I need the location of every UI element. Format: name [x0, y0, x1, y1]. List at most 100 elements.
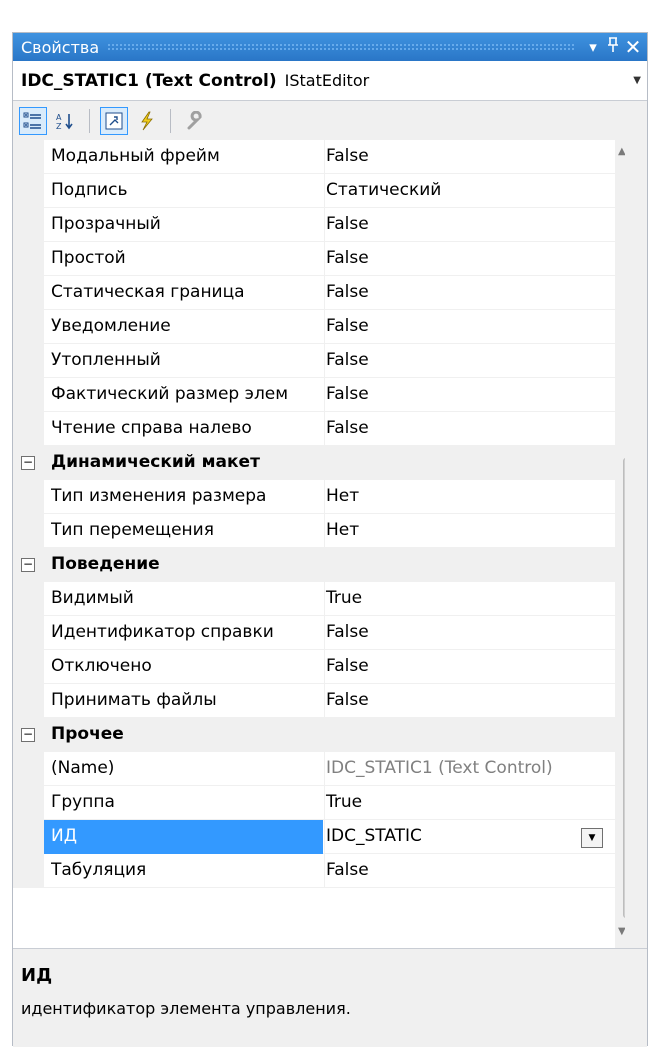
- chevron-down-icon[interactable]: ▼: [633, 75, 641, 86]
- property-row[interactable]: Фактический размер элем False: [13, 378, 615, 412]
- collapse-icon[interactable]: −: [21, 456, 35, 470]
- property-value[interactable]: IDC_STATIC1 (Text Control): [324, 752, 614, 786]
- property-value[interactable]: False: [324, 616, 614, 650]
- property-name[interactable]: Идентификатор справки: [51, 622, 321, 642]
- row-gutter: [13, 412, 44, 446]
- property-name[interactable]: Фактический размер элем: [51, 384, 321, 404]
- property-value[interactable]: True: [324, 786, 614, 820]
- property-row[interactable]: Табуляция False: [13, 854, 615, 888]
- row-gutter: [13, 854, 44, 888]
- window-position-dropdown-icon[interactable]: ▾: [583, 38, 603, 56]
- property-value[interactable]: False: [324, 412, 614, 446]
- property-name[interactable]: (Name): [51, 758, 321, 778]
- property-value[interactable]: IDC_STATIC: [324, 820, 614, 854]
- close-icon[interactable]: ✕: [623, 35, 643, 59]
- category-name: Прочее: [51, 724, 124, 744]
- property-name[interactable]: Чтение справа налево: [51, 418, 321, 438]
- property-value[interactable]: False: [324, 344, 614, 378]
- property-name[interactable]: ИД: [51, 826, 321, 846]
- row-gutter: [13, 174, 44, 208]
- row-gutter: [13, 140, 44, 174]
- properties-panel: Свойства ▾ ✕ IDC_STATIC1 (Text Control) …: [12, 32, 648, 1047]
- categorized-button[interactable]: [19, 107, 47, 135]
- events-button[interactable]: [132, 107, 160, 135]
- property-row[interactable]: (Name) IDC_STATIC1 (Text Control): [13, 752, 615, 786]
- property-value[interactable]: False: [324, 854, 614, 888]
- alphabetical-button[interactable]: A Z: [51, 107, 79, 135]
- svg-text:Z: Z: [56, 122, 62, 131]
- row-gutter: [13, 208, 44, 242]
- row-gutter: [13, 752, 44, 786]
- property-row[interactable]: Уведомление False: [13, 310, 615, 344]
- object-type: IStatEditor: [284, 71, 370, 90]
- scroll-down-icon[interactable]: ▼: [618, 926, 625, 937]
- property-value[interactable]: False: [324, 378, 614, 412]
- panel-titlebar[interactable]: Свойства ▾ ✕: [13, 33, 647, 61]
- row-gutter: [13, 242, 44, 276]
- row-gutter: [13, 820, 44, 854]
- property-row[interactable]: Статическая граница False: [13, 276, 615, 310]
- property-row[interactable]: Подпись Статический: [13, 174, 615, 208]
- property-pages-button[interactable]: [181, 107, 209, 135]
- property-name[interactable]: Уведомление: [51, 316, 321, 336]
- property-grid[interactable]: Модальный фрейм False Подпись Статический Пр…: [13, 140, 625, 948]
- property-value[interactable]: Нет: [324, 514, 614, 548]
- pin-icon[interactable]: [603, 37, 623, 57]
- value-dropdown-button[interactable]: ▼: [581, 828, 603, 848]
- property-row[interactable]: Тип изменения размера Нет: [13, 480, 615, 514]
- vertical-scrollbar[interactable]: ▲ ▼: [615, 140, 625, 948]
- property-name[interactable]: Видимый: [51, 588, 321, 608]
- scroll-up-icon[interactable]: ▲: [618, 146, 625, 157]
- property-name[interactable]: Тип изменения размера: [51, 486, 321, 506]
- property-row[interactable]: Прозрачный False: [13, 208, 615, 242]
- property-name[interactable]: Утопленный: [51, 350, 321, 370]
- property-name[interactable]: Табуляция: [51, 860, 321, 880]
- property-name[interactable]: Тип перемещения: [51, 520, 321, 540]
- property-row[interactable]: Видимый True: [13, 582, 615, 616]
- collapse-icon[interactable]: −: [21, 728, 35, 742]
- categorized-icon: [23, 112, 41, 129]
- titlebar-grip: [107, 43, 575, 51]
- property-value[interactable]: Нет: [324, 480, 614, 514]
- row-gutter: [13, 276, 44, 310]
- category-row[interactable]: − Прочее: [13, 718, 615, 752]
- property-value[interactable]: False: [324, 650, 614, 684]
- property-value[interactable]: False: [324, 276, 614, 310]
- property-name[interactable]: Модальный фрейм: [51, 146, 321, 166]
- collapse-icon[interactable]: −: [21, 558, 35, 572]
- scrollbar-thumb[interactable]: [623, 458, 625, 918]
- property-name[interactable]: Прозрачный: [51, 214, 321, 234]
- property-row[interactable]: ИД IDC_STATIC ▼: [13, 820, 615, 854]
- category-row[interactable]: − Поведение: [13, 548, 615, 582]
- property-row[interactable]: Принимать файлы False: [13, 684, 615, 718]
- property-name[interactable]: Группа: [51, 792, 321, 812]
- category-name: Динамический макет: [51, 452, 260, 472]
- properties-icon: [105, 112, 123, 130]
- property-row[interactable]: Простой False: [13, 242, 615, 276]
- property-name[interactable]: Принимать файлы: [51, 690, 321, 710]
- panel-title: Свойства: [21, 37, 100, 57]
- property-name[interactable]: Статическая граница: [51, 282, 321, 302]
- property-row[interactable]: Отключено False: [13, 650, 615, 684]
- category-row[interactable]: − Динамический макет: [13, 446, 615, 480]
- property-row[interactable]: Идентификатор справки False: [13, 616, 615, 650]
- property-value[interactable]: True: [324, 582, 614, 616]
- property-name[interactable]: Отключено: [51, 656, 321, 676]
- property-row[interactable]: Модальный фрейм False: [13, 140, 615, 174]
- property-value[interactable]: False: [324, 684, 614, 718]
- property-name[interactable]: Подпись: [51, 180, 321, 200]
- property-value[interactable]: False: [324, 140, 614, 174]
- property-value[interactable]: False: [324, 242, 614, 276]
- properties-button[interactable]: [100, 107, 128, 135]
- property-row[interactable]: Тип перемещения Нет: [13, 514, 615, 548]
- property-row[interactable]: Группа True: [13, 786, 615, 820]
- property-row[interactable]: Утопленный False: [13, 344, 615, 378]
- wrench-icon: [187, 111, 202, 130]
- property-value[interactable]: False: [324, 310, 614, 344]
- property-row[interactable]: Чтение справа налево False: [13, 412, 615, 446]
- object-selector[interactable]: IDC_STATIC1 (Text Control) IStatEditor ▼: [13, 61, 647, 101]
- row-gutter: [13, 582, 44, 616]
- property-value[interactable]: False: [324, 208, 614, 242]
- property-name[interactable]: Простой: [51, 248, 321, 268]
- property-value[interactable]: Статический: [324, 174, 614, 208]
